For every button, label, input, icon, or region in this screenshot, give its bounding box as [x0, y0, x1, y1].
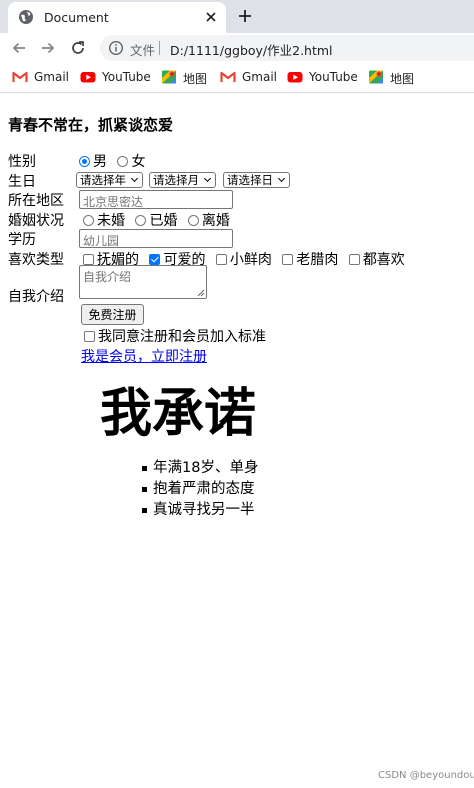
promise-list: 年满18岁、单身 抱着严肃的态度 真诚寻找另一半: [142, 458, 258, 521]
education-field: [79, 229, 233, 250]
likes-option-all[interactable]: 都喜欢: [348, 252, 405, 268]
checkbox[interactable]: [149, 254, 161, 265]
agree-option[interactable]: 我同意注册和会员加入标准: [84, 326, 266, 346]
radio-button[interactable]: [83, 215, 94, 226]
resize-grip-icon[interactable]: [197, 289, 205, 297]
checkbox[interactable]: [282, 254, 294, 265]
list-item: 抱着严肃的态度: [142, 479, 258, 500]
radio-button[interactable]: [187, 215, 199, 226]
radio-button[interactable]: [117, 156, 129, 167]
gmail-icon: [220, 71, 236, 82]
bookmark-youtube[interactable]: YouTube: [80, 69, 151, 86]
gmail-icon: [12, 71, 28, 82]
marital-option-divorced[interactable]: 离婚: [187, 213, 230, 229]
checkbox[interactable]: [348, 254, 360, 265]
bookmark-label: Gmail: [34, 70, 70, 84]
radio-button[interactable]: [135, 215, 147, 226]
youtube-icon: [80, 72, 96, 83]
list-item: 真诚寻找另一半: [142, 500, 258, 521]
address-bar[interactable]: 文件 D:/1111/ggboy/作业2.html: [100, 35, 474, 61]
list-item: 年满18岁、单身: [142, 458, 258, 479]
marital-option-married[interactable]: 已婚: [135, 213, 177, 229]
maps-icon: [369, 70, 383, 84]
forward-arrow-icon[interactable]: [39, 39, 57, 57]
likes-option-mature[interactable]: 老腊肉: [282, 252, 338, 268]
info-icon[interactable]: [108, 40, 124, 56]
bookmark-label: Gmail: [242, 70, 278, 84]
radio-button[interactable]: [79, 156, 90, 167]
browser-toolbar: 文件 D:/1111/ggboy/作业2.html: [0, 33, 474, 62]
back-arrow-icon[interactable]: [10, 39, 28, 57]
birthday-label: 生日: [8, 174, 36, 190]
bookmark-label: YouTube: [309, 70, 358, 84]
bookmark-maps[interactable]: 地图: [368, 69, 416, 86]
intro-textarea[interactable]: [80, 266, 206, 298]
intro-field: [79, 265, 207, 299]
bookmark-label: 地图: [390, 72, 415, 86]
intro-label: 自我介绍: [8, 289, 64, 305]
bookmarks-bar: Gmail YouTube 地图 Gmail YouTube 地图: [0, 62, 474, 93]
address-scheme: 文件: [130, 43, 156, 58]
marital-option-single[interactable]: 未婚: [83, 213, 125, 229]
address-url: D:/1111/ggboy/作业2.html: [170, 43, 333, 58]
region-field: [79, 190, 233, 211]
checkbox[interactable]: [83, 254, 94, 265]
tab-title: Document: [44, 10, 109, 25]
birth-year-select[interactable]: 请选择年: [76, 172, 143, 188]
bookmark-label: YouTube: [102, 70, 151, 84]
marital-label: 婚姻状况: [8, 213, 64, 229]
marital-options: 未婚 已婚 离婚: [83, 210, 236, 230]
region-label: 所在地区: [8, 193, 64, 209]
watermark: CSDN @beyoundout: [378, 770, 474, 781]
birth-day-select[interactable]: 请选择日: [223, 172, 290, 188]
tab-strip: Document: [0, 0, 474, 33]
bookmark-youtube[interactable]: YouTube: [287, 69, 358, 86]
checkbox[interactable]: [215, 254, 227, 265]
new-tab-icon[interactable]: [236, 7, 254, 25]
region-input[interactable]: [80, 193, 232, 211]
reload-icon[interactable]: [69, 39, 87, 57]
maps-icon: [162, 70, 176, 84]
bookmark-label: 地图: [183, 72, 208, 86]
youtube-icon: [287, 72, 303, 83]
agree-checkbox[interactable]: [84, 331, 95, 342]
education-input[interactable]: [80, 232, 232, 250]
gender-option-female[interactable]: 女: [117, 154, 145, 170]
browser-tab[interactable]: Document: [8, 2, 226, 33]
likes-option-young[interactable]: 小鲜肉: [215, 252, 272, 268]
education-label: 学历: [8, 232, 36, 248]
agree-label: 我同意注册和会员加入标准: [98, 329, 266, 345]
gender-label: 性别: [8, 154, 36, 170]
member-login-link[interactable]: 我是会员，立即注册: [81, 346, 207, 366]
register-button[interactable]: 免费注册: [81, 304, 144, 325]
gender-option-male[interactable]: 男: [79, 154, 107, 170]
birth-month-select[interactable]: 请选择月: [149, 172, 216, 188]
bookmark-gmail[interactable]: Gmail: [220, 69, 278, 86]
bookmark-gmail[interactable]: Gmail: [12, 69, 70, 86]
bookmark-maps[interactable]: 地图: [161, 69, 209, 86]
gender-options: 男 女: [79, 151, 151, 171]
likes-label: 喜欢类型: [8, 252, 64, 268]
close-icon[interactable]: [204, 10, 218, 24]
globe-icon: [19, 10, 33, 24]
address-separator: [159, 41, 160, 55]
page-heading: 青春不常在，抓紧谈恋爱: [8, 116, 174, 134]
promise-title: 我承诺: [100, 384, 257, 444]
page-content: 青春不常在，抓紧谈恋爱 性别 男 女 生日 请选择年 请选择月 请选择日 所在地…: [0, 93, 474, 788]
